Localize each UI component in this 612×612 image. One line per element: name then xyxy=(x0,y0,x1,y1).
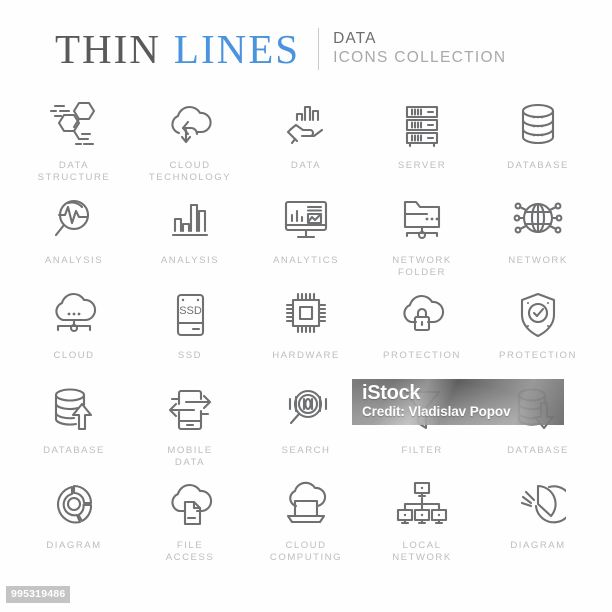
subtitle-data: DATA xyxy=(333,30,377,47)
icon-cell[interactable]: DATABASE xyxy=(16,381,132,476)
page-header: THIN LINES DATA ICONS COLLECTION xyxy=(55,26,506,72)
icon-cell[interactable]: CLOUD TECHNOLOGY xyxy=(132,96,248,191)
icon-cell[interactable]: ANALYTICS xyxy=(248,191,364,286)
icon-label: DATABASE xyxy=(507,160,569,171)
icon-cell[interactable]: NETWORK FOLDER xyxy=(364,191,480,286)
icon-label: FILTER xyxy=(401,445,443,456)
mobile-data-icon xyxy=(159,381,221,439)
icon-label: DATA xyxy=(290,160,322,171)
ssd-icon: SSD xyxy=(159,286,221,344)
icon-label: SSD xyxy=(177,350,203,361)
icon-cell[interactable]: NETWORK xyxy=(480,191,596,286)
cloud-computing-icon xyxy=(275,476,337,534)
network-globe-icon xyxy=(507,191,569,249)
icon-cell[interactable]: PROTECTION xyxy=(480,286,596,381)
istock-credit: Credit: Vladislav Popov xyxy=(362,404,511,419)
icon-cell[interactable]: HARDWARE xyxy=(248,286,364,381)
icon-sheet: THIN LINES DATA ICONS COLLECTION DATA ST… xyxy=(0,0,612,612)
icon-label: DIAGRAM xyxy=(510,540,566,551)
analysis-barchart-icon xyxy=(159,191,221,249)
icon-cell[interactable]: ANALYSIS xyxy=(132,191,248,286)
icon-cell[interactable]: DIAGRAM xyxy=(16,476,132,571)
icon-grid: DATA STRUCTURE CLOUD TECHNOLOGY DATA SER… xyxy=(16,96,596,571)
hardware-chip-icon xyxy=(275,286,337,344)
title-lines: LINES xyxy=(173,26,301,72)
icon-label: CLOUD xyxy=(53,350,95,361)
cloud-technology-icon xyxy=(159,96,221,154)
title-thin: THIN xyxy=(55,26,161,72)
icon-label: ANALYTICS xyxy=(272,255,340,266)
icon-cell[interactable]: SERVER xyxy=(364,96,480,191)
icon-label: ANALYSIS xyxy=(160,255,220,266)
image-id-badge: 995319486 xyxy=(6,586,71,603)
diagram-donut-icon xyxy=(43,476,105,534)
icon-cell[interactable]: CLOUD COMPUTING xyxy=(248,476,364,571)
icon-cell[interactable]: SEARCH xyxy=(248,381,364,476)
icon-cell[interactable]: ANALYSIS xyxy=(16,191,132,286)
analytics-monitor-icon xyxy=(275,191,337,249)
icon-label: NETWORK xyxy=(508,255,568,266)
icon-label: DATABASE xyxy=(43,445,105,456)
cloud-icon xyxy=(43,286,105,344)
icon-label: DATABASE xyxy=(507,445,569,456)
icon-label: SEARCH xyxy=(281,445,331,456)
data-hand-icon xyxy=(275,96,337,154)
file-access-icon xyxy=(159,476,221,534)
data-structure-icon xyxy=(43,96,105,154)
icon-label: ANALYSIS xyxy=(44,255,104,266)
icon-cell[interactable]: FILE ACCESS xyxy=(132,476,248,571)
icon-label: DIAGRAM xyxy=(46,540,102,551)
server-icon xyxy=(391,96,453,154)
icon-cell[interactable]: MOBILE DATA xyxy=(132,381,248,476)
search-binary-icon xyxy=(275,381,337,439)
icon-label: PROTECTION xyxy=(499,350,577,361)
icon-cell[interactable]: LOCAL NETWORK xyxy=(364,476,480,571)
icon-label: HARDWARE xyxy=(272,350,340,361)
istock-watermark: iStock Credit: Vladislav Popov xyxy=(352,379,564,425)
database-upload-icon xyxy=(43,381,105,439)
svg-text:SSD: SSD xyxy=(179,305,202,317)
local-network-icon xyxy=(391,476,453,534)
icon-cell[interactable]: CLOUD xyxy=(16,286,132,381)
icon-label: LOCAL NETWORK xyxy=(392,540,452,563)
icon-cell[interactable]: PROTECTION xyxy=(364,286,480,381)
cloud-protection-icon xyxy=(391,286,453,344)
icon-label: DATA STRUCTURE xyxy=(37,160,111,183)
subtitle-collection: ICONS COLLECTION xyxy=(333,49,507,66)
icon-label: NETWORK FOLDER xyxy=(392,255,452,278)
icon-cell[interactable]: DIAGRAM xyxy=(480,476,596,571)
icon-cell[interactable]: DATABASE xyxy=(480,96,596,191)
icon-cell[interactable]: DATA xyxy=(248,96,364,191)
icon-label: MOBILE DATA xyxy=(167,445,213,468)
diagram-pie-icon xyxy=(507,476,569,534)
icon-label: FILE ACCESS xyxy=(165,540,215,563)
icon-label: CLOUD COMPUTING xyxy=(269,540,343,563)
analysis-magnifier-icon xyxy=(43,191,105,249)
shield-protection-icon xyxy=(507,286,569,344)
icon-cell[interactable]: SSD SSD xyxy=(132,286,248,381)
database-icon xyxy=(507,96,569,154)
icon-label: CLOUD TECHNOLOGY xyxy=(148,160,232,183)
subtitle-block: DATA ICONS COLLECTION xyxy=(333,26,506,68)
icon-label: SERVER xyxy=(397,160,447,171)
network-folder-icon xyxy=(391,191,453,249)
istock-brand: iStock xyxy=(362,382,421,404)
icon-label: PROTECTION xyxy=(383,350,461,361)
title-divider xyxy=(318,28,320,70)
icon-cell[interactable]: DATA STRUCTURE xyxy=(16,96,132,191)
